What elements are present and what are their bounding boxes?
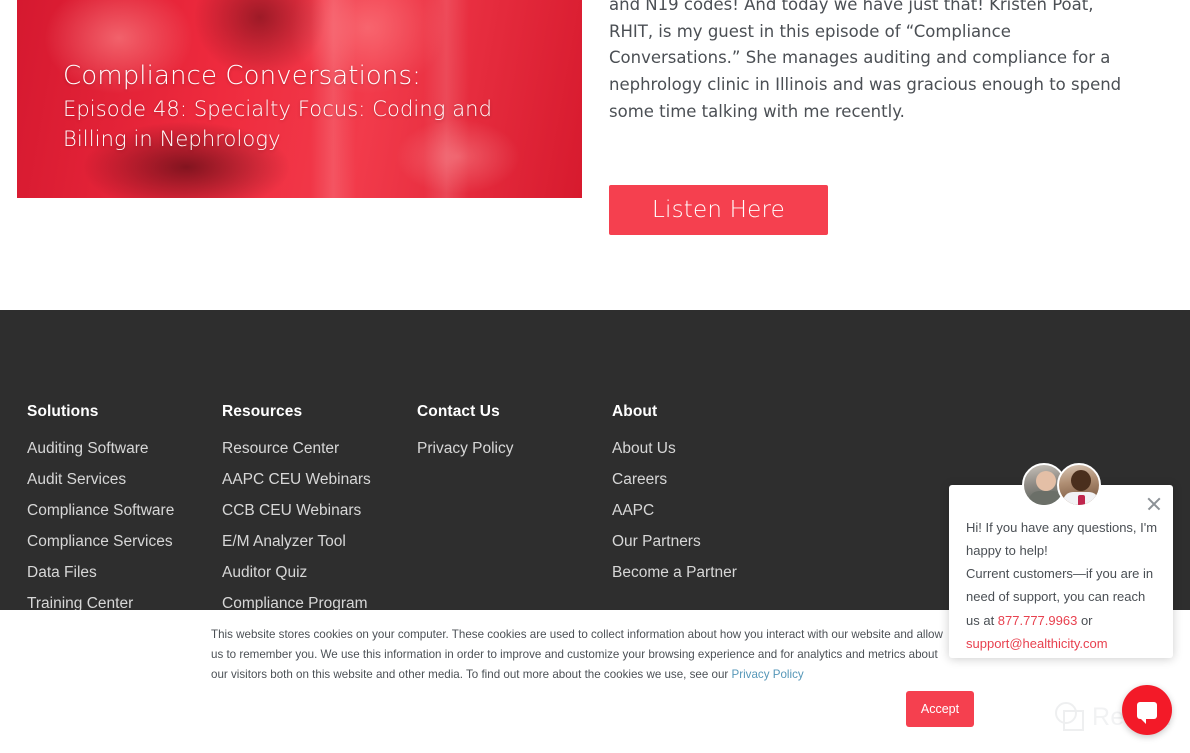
footer-link-auditor-quiz[interactable]: Auditor Quiz: [222, 564, 417, 581]
footer-heading-contact-us: Contact Us: [417, 403, 500, 420]
chat-bubble-icon: [1137, 701, 1157, 724]
footer-link-become-a-partner[interactable]: Become a Partner: [612, 564, 832, 581]
chat-phone-link[interactable]: 877.777.9963: [998, 613, 1078, 628]
cookie-consent-text: This website stores cookies on your comp…: [211, 625, 956, 685]
podcast-episode-banner-image: Compliance Conversations: Episode 48: Sp…: [17, 0, 582, 198]
chat-launcher-button[interactable]: [1122, 685, 1172, 735]
cookie-privacy-policy-link[interactable]: Privacy Policy: [732, 668, 804, 681]
footer-link-careers[interactable]: Careers: [612, 471, 832, 488]
page-root: Compliance Conversations: Episode 48: Sp…: [0, 0, 1190, 753]
footer-column-about: About About Us Careers AAPC Our Partners…: [612, 403, 832, 643]
footer-column-solutions: Solutions Auditing Software Audit Servic…: [27, 403, 222, 643]
banner-title-line2: Episode 48: Specialty Focus: Coding and …: [63, 96, 493, 151]
footer-link-privacy-policy[interactable]: Privacy Policy: [417, 440, 612, 457]
banner-title-line1: Compliance Conversations:: [63, 61, 422, 91]
footer-link-ccb-ceu-webinars[interactable]: CCB CEU Webinars: [222, 502, 417, 519]
footer-link-auditing-software[interactable]: Auditing Software: [27, 440, 222, 457]
chat-greeting-text: Hi! If you have any questions, I'm happy…: [966, 520, 1158, 559]
footer-heading-about: About: [612, 403, 658, 420]
chat-agent-avatars: [1022, 463, 1101, 507]
listen-here-button[interactable]: Listen Here: [609, 185, 828, 235]
footer-link-aapc[interactable]: AAPC: [612, 502, 832, 519]
footer-column-contact-us: Contact Us Privacy Policy: [417, 403, 612, 643]
cookie-consent-body: This website stores cookies on your comp…: [211, 628, 943, 681]
article-section: Compliance Conversations: Episode 48: Sp…: [0, 0, 1190, 310]
footer-link-aapc-ceu-webinars[interactable]: AAPC CEU Webinars: [222, 471, 417, 488]
chat-email-link[interactable]: support@healthicity.com: [966, 636, 1108, 651]
avatar-agent-2: [1057, 463, 1101, 507]
cookie-accept-button[interactable]: Accept: [906, 691, 974, 727]
footer-link-em-analyzer-tool[interactable]: E/M Analyzer Tool: [222, 533, 417, 550]
footer-link-compliance-services[interactable]: Compliance Services: [27, 533, 222, 550]
footer-link-audit-services[interactable]: Audit Services: [27, 471, 222, 488]
footer-link-our-partners[interactable]: Our Partners: [612, 533, 832, 550]
footer-link-data-files[interactable]: Data Files: [27, 564, 222, 581]
banner-title-overlay: Compliance Conversations: Episode 48: Sp…: [63, 58, 552, 155]
footer-column-resources: Resources Resource Center AAPC CEU Webin…: [222, 403, 417, 643]
chat-conjunction: or: [1077, 612, 1093, 628]
chat-greeting-widget: Hi! If you have any questions, I'm happy…: [949, 463, 1173, 658]
footer-heading-solutions: Solutions: [27, 403, 99, 420]
footer-link-compliance-software[interactable]: Compliance Software: [27, 502, 222, 519]
chat-close-icon[interactable]: [1144, 494, 1164, 514]
footer-heading-resources: Resources: [222, 403, 303, 420]
footer-link-resource-center[interactable]: Resource Center: [222, 440, 417, 457]
footer-link-about-us[interactable]: About Us: [612, 440, 832, 457]
article-paragraph: and N19 codes! And today we have just th…: [609, 0, 1122, 121]
chat-message-body: Hi! If you have any questions, I'm happy…: [966, 516, 1162, 655]
